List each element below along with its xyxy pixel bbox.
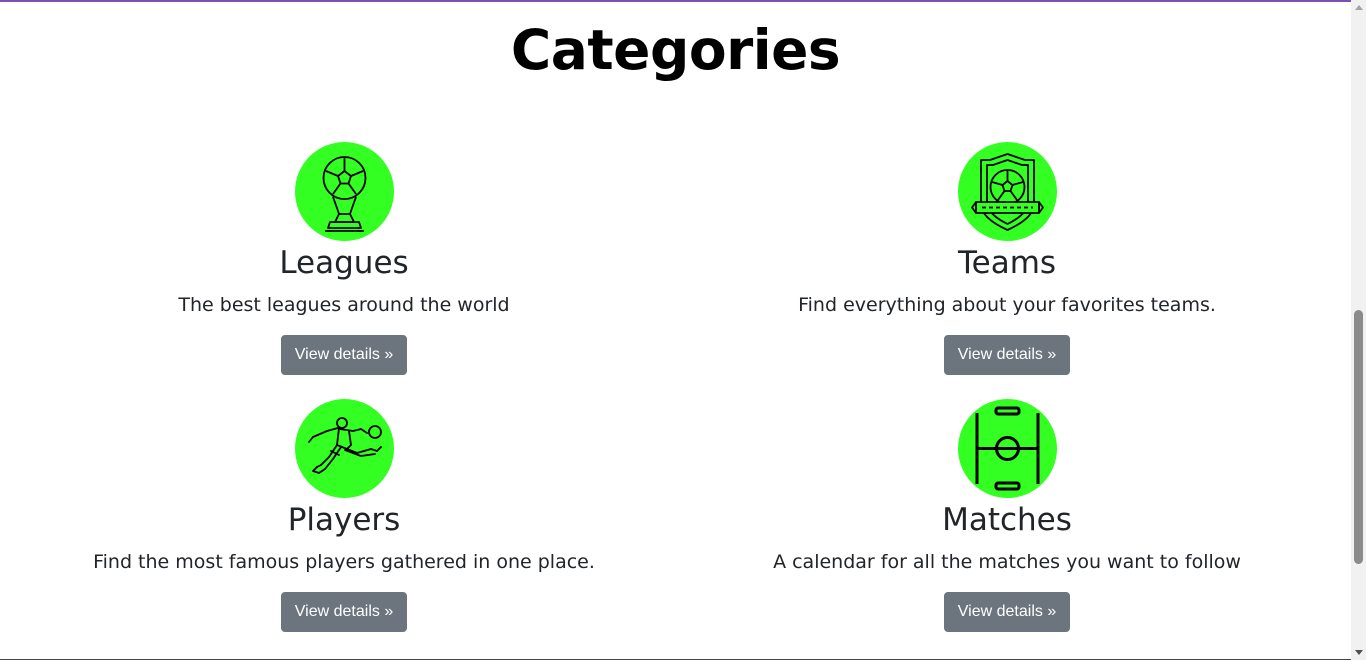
category-card-players: Players Find the most famous players gat… [84, 399, 604, 632]
category-description-players: Find the most famous players gathered in… [93, 551, 595, 573]
scroll-down-arrow-icon[interactable] [1355, 650, 1363, 655]
category-card-leagues: Leagues The best leagues around the worl… [84, 142, 604, 375]
scroll-up-arrow-icon[interactable] [1355, 5, 1363, 10]
category-title-matches: Matches [942, 502, 1072, 538]
category-title-teams: Teams [957, 245, 1057, 281]
category-title-players: Players [287, 502, 401, 538]
trophy-ball-icon [294, 142, 394, 241]
category-description-teams: Find everything about your favorites tea… [798, 294, 1216, 316]
view-details-button-players[interactable]: View details » [280, 592, 408, 632]
team-shield-icon [957, 142, 1057, 241]
category-card-teams: Teams Find everything about your favorit… [747, 142, 1267, 375]
view-details-button-teams[interactable]: View details » [943, 335, 1071, 375]
vertical-scrollbar[interactable] [1351, 0, 1366, 660]
football-pitch-icon [957, 399, 1057, 498]
category-description-leagues: The best leagues around the world [178, 294, 510, 316]
category-description-matches: A calendar for all the matches you want … [773, 551, 1241, 573]
view-details-button-matches[interactable]: View details » [943, 592, 1071, 632]
top-accent-border [0, 0, 1351, 2]
page-title: Categories [510, 18, 841, 82]
category-title-leagues: Leagues [279, 245, 409, 281]
view-details-button-leagues[interactable]: View details » [280, 335, 408, 375]
category-card-matches: Matches A calendar for all the matches y… [747, 399, 1267, 632]
scrollbar-thumb[interactable] [1354, 310, 1363, 564]
player-kick-icon [294, 399, 394, 498]
